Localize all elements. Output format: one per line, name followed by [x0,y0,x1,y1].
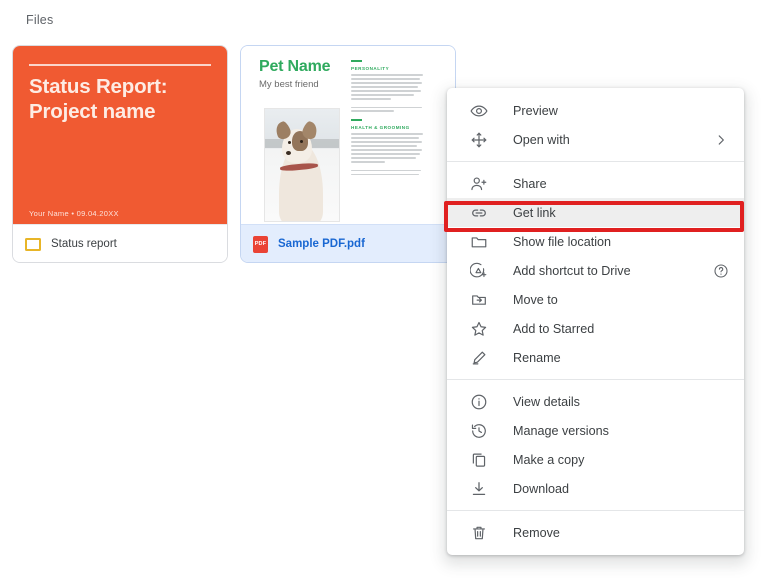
menu-item-add-to-starred[interactable]: Add to Starred [447,314,744,343]
file-name-label: Status report [51,238,117,250]
menu-item-label: Share [513,176,547,191]
menu-item-label: Download [513,481,570,496]
menu-item-preview[interactable]: Preview [447,96,744,125]
pdf-paragraph-2 [351,106,423,113]
trailing-slot [712,102,730,120]
move-to-folder-icon [469,290,489,310]
menu-item-make-a-copy[interactable]: Make a copy [447,445,744,474]
screen-root: Files Status Report: Project name Your N… [0,0,768,580]
file-card-status-report[interactable]: Status Report: Project name Your Name • … [12,45,228,263]
trailing-slot [712,451,730,469]
pdf-paragraph-3 [351,133,423,163]
slide-divider-rule [29,64,211,66]
menu-item-label: Add to Starred [513,321,595,336]
trailing-slot [712,204,730,222]
trailing-slot [712,320,730,338]
eye-icon [469,101,489,121]
pdf-rule-2 [351,119,362,122]
pdf-section-heading-personality: PERSONALITY [351,66,390,71]
file-card-footer[interactable]: Status report [13,224,227,262]
menu-item-remove[interactable]: Remove [447,518,744,547]
slide-preview: Status Report: Project name Your Name • … [13,46,227,224]
menu-item-add-shortcut-to-drive[interactable]: Add shortcut to Drive [447,256,744,285]
history-icon [469,421,489,441]
menu-item-show-file-location[interactable]: Show file location [447,227,744,256]
pdf-text-column: PERSONALITY HEALTH & GROOMING [351,60,423,182]
dog-nose [286,151,291,155]
trash-icon [469,523,489,543]
pdf-dog-photo [264,108,340,222]
menu-item-view-details[interactable]: View details [447,387,744,416]
menu-item-label: Remove [513,525,560,540]
context-menu[interactable]: Preview Open with Share Get link Show fi… [447,88,744,555]
menu-divider [447,510,744,511]
menu-item-label: Move to [513,292,558,307]
dog-eye-right [300,140,303,143]
pdf-paragraph-4 [351,169,423,176]
file-card-sample-pdf[interactable]: Pet Name My best friend PERSONALITY HEAL… [240,45,456,263]
menu-item-label: Get link [513,205,556,220]
add-shortcut-icon [469,261,489,281]
menu-item-get-link[interactable]: Get link [447,198,744,227]
menu-item-open-with[interactable]: Open with [447,125,744,154]
help-icon[interactable] [712,262,730,280]
link-icon [469,203,489,223]
menu-item-label: Manage versions [513,423,609,438]
pdf-icon: PDF [253,235,268,253]
menu-item-download[interactable]: Download [447,474,744,503]
trailing-slot [712,524,730,542]
menu-item-rename[interactable]: Rename [447,343,744,372]
trailing-slot [712,233,730,251]
dog-eye-left [288,141,291,144]
menu-item-label: Open with [513,132,570,147]
slides-icon [25,237,41,251]
menu-divider [447,379,744,380]
folder-icon [469,232,489,252]
trailing-slot [712,175,730,193]
menu-item-label: Preview [513,103,558,118]
pdf-rule-1 [351,60,362,62]
file-thumbnail-sample-pdf: Pet Name My best friend PERSONALITY HEAL… [241,46,455,224]
person-add-icon [469,174,489,194]
section-label-files: Files [26,13,54,27]
trailing-slot [712,393,730,411]
slide-title-line1: Status Report: [29,75,168,98]
pencil-icon [469,348,489,368]
menu-divider [447,161,744,162]
info-icon [469,392,489,412]
menu-item-label: View details [513,394,580,409]
menu-item-manage-versions[interactable]: Manage versions [447,416,744,445]
trailing-slot [712,349,730,367]
trailing-slot [712,291,730,309]
slide-title: Status Report: Project name [29,74,219,124]
pdf-paragraph-1 [351,74,423,100]
file-card-footer[interactable]: PDF Sample PDF.pdf [241,224,455,262]
menu-item-label: Make a copy [513,452,585,467]
pdf-page-preview: Pet Name My best friend PERSONALITY HEAL… [241,46,455,224]
pdf-section-heading-health: HEALTH & GROOMING [351,125,410,131]
menu-item-label: Add shortcut to Drive [513,263,631,278]
menu-item-label: Show file location [513,234,612,249]
trailing-slot [712,480,730,498]
open-with-icon [469,130,489,150]
slide-byline: Your Name • 09.04.20XX [29,209,119,218]
menu-item-share[interactable]: Share [447,169,744,198]
trailing-slot [712,422,730,440]
copy-icon [469,450,489,470]
chevron-right-icon[interactable] [712,131,730,149]
download-icon [469,479,489,499]
slide-title-line2: Project name [29,100,156,123]
menu-item-label: Rename [513,350,561,365]
menu-item-move-to[interactable]: Move to [447,285,744,314]
file-thumbnail-status-report: Status Report: Project name Your Name • … [13,46,227,224]
star-icon [469,319,489,339]
file-name-label: Sample PDF.pdf [278,238,365,250]
